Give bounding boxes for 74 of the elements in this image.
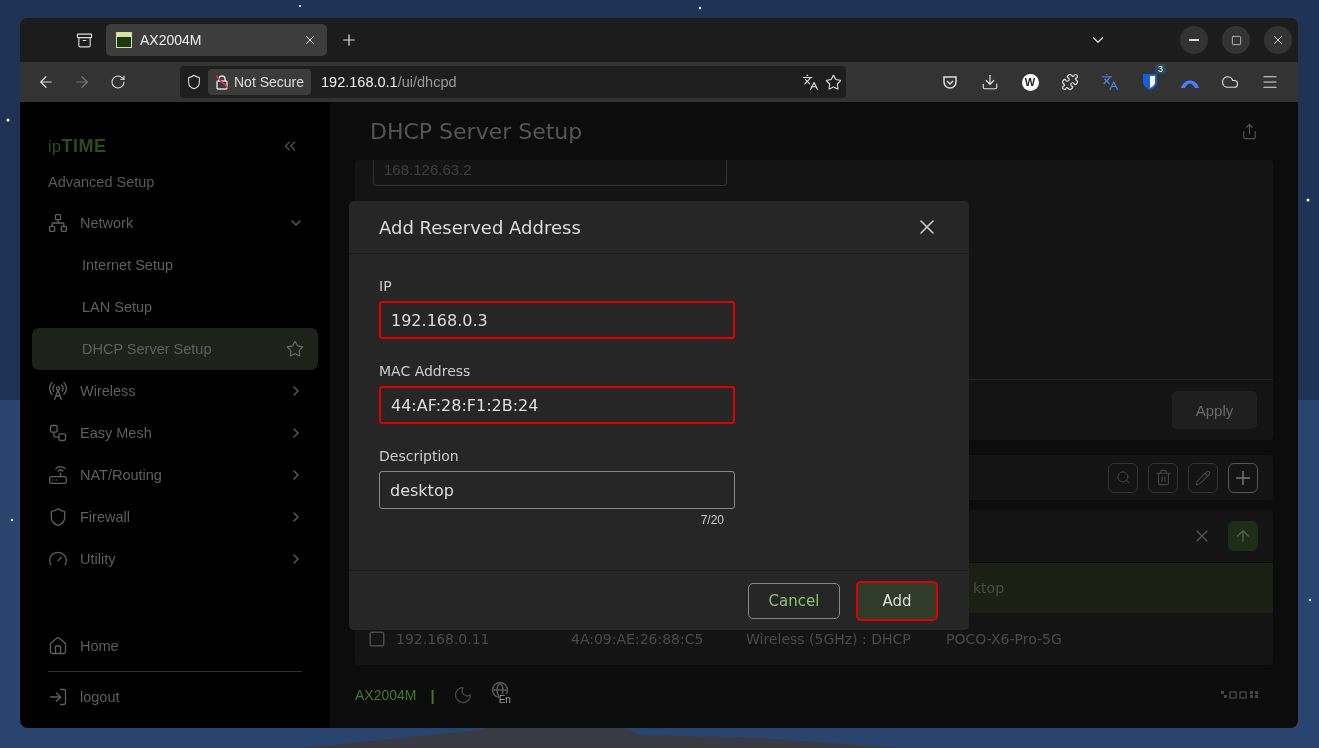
dots-icon [1221,691,1259,699]
menu-item-icon [48,213,68,233]
add-button[interactable]: Add [856,580,938,621]
separator-text: | [430,686,435,704]
page-title: DHCP Server Setup [370,118,583,144]
input-field[interactable]: 44:AF:28:F1:2B:24 [379,386,735,424]
sidebar-subitem[interactable]: LAN Setup [32,286,318,328]
input-field[interactable]: desktop [379,471,735,509]
translate-icon [1101,73,1119,91]
maximize-button[interactable] [1222,26,1250,54]
close-window-button[interactable] [1264,26,1292,54]
maximize-icon [1230,34,1242,46]
sidebar-item[interactable]: Utility [32,538,318,580]
menu-icon [1261,73,1279,91]
pencil-icon [1195,469,1211,486]
crossed-lock-icon [214,74,230,90]
checkbox[interactable] [368,630,386,648]
menu-item-icon [48,465,68,485]
sidebar-item[interactable]: Network [32,202,318,244]
close-icon [303,33,317,47]
security-indicator[interactable]: Not Secure [208,69,312,95]
sidebar-item[interactable]: Wireless [32,370,318,412]
menu-item-icon [48,507,68,527]
menu-item-icon [48,381,68,401]
moon-icon [452,685,473,705]
tab-title: AX2004M [140,32,203,48]
download-icon [981,73,999,91]
shield-icon [186,74,202,90]
search-icon [1115,470,1131,485]
sidebar-item[interactable]: logout [32,676,318,718]
sidebar-item[interactable]: Firewall [32,496,318,538]
language-button[interactable]: En [490,681,515,709]
sidebar-item[interactable]: Home [32,625,318,667]
brand-logo: ipTIME [48,135,107,157]
exit-icon [48,687,68,707]
browser-tab[interactable]: AX2004M [106,24,327,56]
star-icon [825,73,842,91]
plus-icon [340,31,358,49]
profile-button[interactable]: W [1014,68,1046,96]
close-icon [1271,33,1285,47]
minimize-button[interactable] [1180,26,1208,54]
sidebar-subitem[interactable]: DHCP Server Setup [32,328,318,370]
trash-icon [1154,469,1172,486]
input-field[interactable]: 192.168.0.3 [379,301,735,339]
model-name: AX2004M [355,687,417,703]
shield-icon [1142,73,1158,91]
share-icon [1241,122,1258,140]
notification-badge: 3 [1155,64,1166,74]
house-icon [48,636,68,656]
dialog-title: Add Reserved Address [379,216,581,238]
archive-icon [75,31,93,49]
pocket-icon [942,74,958,90]
cloud-icon [1221,73,1239,91]
address-bar[interactable]: Not Secure 192.168.0.1/ui/dhcpd [180,66,846,98]
field-label: IP [379,278,393,294]
section-heading: Advanced Setup [47,173,156,192]
sidebar-item[interactable]: Easy Mesh [32,412,318,454]
minimize-icon [1189,39,1199,41]
forward-arrow-icon [73,73,91,91]
field-label: Description [379,448,460,464]
profile-letter: W [1021,73,1039,91]
cancel-button[interactable]: Cancel [748,582,840,619]
translate-icon [802,73,819,91]
puzzle-icon [1061,73,1079,91]
add-button[interactable] [1228,462,1258,493]
favicon-icon [116,32,132,48]
field-label: MAC Address [379,363,472,379]
star-icon [286,340,304,358]
character-counter: 7/20 [699,513,724,527]
reload-icon [110,74,126,90]
url-text: 192.168.0.1/ui/dhcpd [321,74,458,90]
sidebar-item[interactable]: NAT/Routing [32,454,318,496]
menu-item-icon [48,423,68,443]
sidebar-subitem[interactable]: Internet Setup [32,244,318,286]
